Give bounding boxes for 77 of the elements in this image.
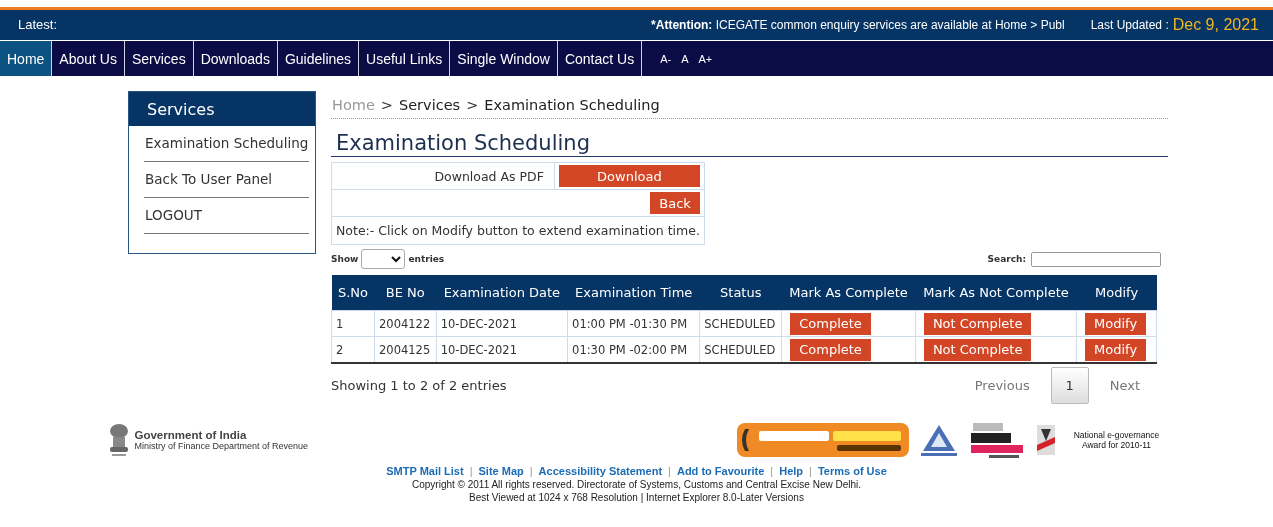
link-separator: | bbox=[529, 465, 533, 477]
nav-item[interactable]: Home bbox=[0, 41, 53, 76]
column-header: Mark As Not Complete bbox=[915, 275, 1077, 311]
column-header: S.No bbox=[331, 275, 375, 311]
footer-link[interactable]: Help bbox=[779, 465, 804, 477]
table-cell: SCHEDULED bbox=[699, 310, 782, 337]
award-caption: National e-governance Award for 2010-11 bbox=[1072, 430, 1161, 450]
modify-button[interactable]: Modify bbox=[1085, 312, 1147, 335]
table-info: Showing 1 to 2 of 2 entries bbox=[331, 378, 507, 393]
footer-link[interactable]: Site Map bbox=[478, 465, 524, 477]
breadcrumb-link[interactable]: Services bbox=[399, 97, 461, 113]
page-title: Examination Scheduling bbox=[331, 131, 1168, 157]
best-viewed-text: Best Viewed at 1024 x 768 Resolution | Internet Explorer 8.0-Later Versions bbox=[469, 492, 804, 503]
note-text: Note:- Click on Modify button to extend examination time. bbox=[335, 222, 701, 240]
not-complete-button[interactable]: Not Complete bbox=[923, 338, 1032, 361]
column-header: Modify bbox=[1076, 275, 1157, 311]
page-button[interactable]: 1 bbox=[1050, 367, 1089, 404]
emblem-logo bbox=[1034, 423, 1057, 457]
entries-label: entries bbox=[408, 254, 445, 264]
table-cell: 01:00 PM -01:30 PM bbox=[567, 310, 700, 337]
breadcrumb-link[interactable]: Examination Scheduling bbox=[484, 97, 660, 113]
latest-label: Latest: bbox=[18, 17, 58, 32]
pagination-link[interactable]: Previous bbox=[961, 367, 1043, 404]
nav-item[interactable]: Contact Us bbox=[557, 41, 643, 76]
footer-link[interactable]: Add to Favourite bbox=[676, 465, 765, 477]
modify-button[interactable]: Modify bbox=[1085, 338, 1147, 361]
link-separator: | bbox=[668, 465, 671, 477]
font-size-link[interactable]: A bbox=[681, 52, 689, 65]
entries-select[interactable] bbox=[361, 249, 406, 269]
table-cell: 1 bbox=[331, 310, 375, 337]
nav-item[interactable]: Services bbox=[124, 41, 194, 76]
pagination-link[interactable]: Next bbox=[1096, 367, 1153, 404]
footer-link[interactable]: Accessibility Statement bbox=[538, 465, 663, 477]
sidebar-item[interactable]: LOGOUT bbox=[144, 198, 309, 234]
show-label: Show bbox=[331, 254, 359, 264]
table-cell: 2004122 bbox=[374, 310, 437, 337]
column-header: Status bbox=[699, 275, 782, 311]
column-header: Examination Time bbox=[567, 275, 700, 311]
font-size-link[interactable]: A+ bbox=[698, 52, 713, 65]
column-header: Mark As Complete bbox=[781, 275, 916, 311]
not-complete-button[interactable]: Not Complete bbox=[923, 312, 1032, 335]
nav-item[interactable]: Single Window bbox=[450, 41, 558, 76]
nav-item[interactable]: Guidelines bbox=[277, 41, 360, 76]
sidebar-title: Services bbox=[129, 92, 315, 126]
complete-button[interactable]: Complete bbox=[790, 338, 871, 361]
ministry-subtitle: Ministry of Finance Department of Revenue bbox=[134, 441, 309, 451]
link-separator: | bbox=[469, 465, 473, 477]
back-button[interactable]: Back bbox=[650, 192, 700, 214]
search-label: Search: bbox=[987, 254, 1026, 264]
complete-button[interactable]: Complete bbox=[790, 312, 871, 335]
column-header: BE No bbox=[374, 275, 437, 311]
chevron-down-icon bbox=[391, 255, 402, 263]
attention-text: *Attention: ICEGATE common enquiry services are available at Home > Publ bbox=[651, 17, 1065, 32]
last-updated-date: Dec 9, 2021 bbox=[1172, 15, 1259, 34]
download-label: Download As PDF bbox=[424, 163, 555, 189]
nav-item[interactable]: About Us bbox=[52, 41, 125, 76]
footer-link[interactable]: SMTP Mail List bbox=[386, 465, 464, 477]
nav-item[interactable]: Downloads bbox=[193, 41, 278, 76]
sidebar-item[interactable]: Back To User Panel bbox=[144, 162, 309, 198]
link-separator: | bbox=[770, 465, 774, 477]
link-separator: | bbox=[809, 465, 812, 477]
footer-link[interactable]: Terms of Use bbox=[817, 465, 887, 477]
column-header: Examination Date bbox=[436, 275, 568, 311]
government-title: Government of India bbox=[134, 429, 248, 441]
search-field[interactable] bbox=[1031, 251, 1161, 267]
table-cell: 2 bbox=[331, 336, 375, 363]
sidebar-item[interactable]: Examination Scheduling bbox=[144, 126, 309, 162]
digital-inclusion-logo bbox=[968, 421, 1025, 459]
triangle-logo bbox=[918, 423, 959, 457]
nav-item[interactable]: Useful Links bbox=[359, 41, 451, 76]
download-button[interactable]: Download bbox=[558, 165, 700, 187]
font-size-link[interactable]: A- bbox=[660, 52, 672, 65]
last-updated-label: Last Updated : bbox=[1090, 17, 1169, 32]
breadcrumb-separator: > bbox=[466, 97, 479, 113]
breadcrumb-separator: > bbox=[380, 97, 393, 113]
copyright-text: Copyright © 2011 All rights reserved. Directorate of Systems, Customs and Central Excise New Delhi. bbox=[412, 479, 861, 490]
table-cell: 10-DEC-2021 bbox=[436, 310, 568, 337]
